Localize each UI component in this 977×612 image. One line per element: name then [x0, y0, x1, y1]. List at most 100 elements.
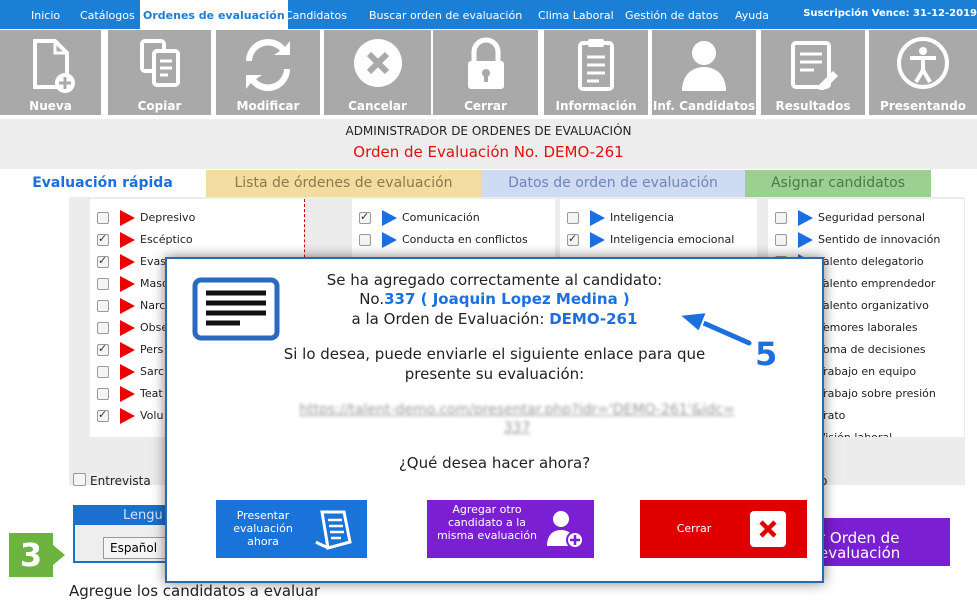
factor-checkbox[interactable] [97, 366, 109, 378]
nav-catalogos[interactable]: Catálogos [80, 0, 135, 29]
resultados-button[interactable]: Resultados [761, 30, 865, 115]
order-id: DEMO-261 [549, 310, 638, 328]
factor-checkbox[interactable] [97, 278, 109, 290]
toolbar: Nueva Copiar Modificar Cancelar Cerrar I… [0, 29, 977, 115]
factor-checkbox[interactable] [775, 212, 787, 224]
factor-checkbox[interactable] [359, 234, 371, 246]
factor-label: Escéptico [140, 233, 193, 246]
nav-ayuda[interactable]: Ayuda [735, 0, 769, 29]
factor-row: Depresivo [90, 207, 304, 229]
play-triangle-icon[interactable] [798, 210, 813, 226]
nav-candidatos[interactable]: Candidatos [285, 0, 347, 29]
factor-row: Escéptico [90, 229, 304, 251]
play-triangle-icon[interactable] [120, 232, 135, 248]
play-triangle-icon[interactable] [590, 232, 605, 248]
admin-title: ADMINISTRADOR DE ORDENES DE EVALUACIÓN [345, 124, 632, 138]
informacion-button[interactable]: Información [544, 30, 648, 115]
link-instruction-2: presente su evaluación: [404, 365, 585, 383]
play-triangle-icon[interactable] [120, 320, 135, 336]
tab-evaluacion-rapida[interactable]: Evaluación rápida [0, 170, 205, 197]
factor-checkbox[interactable] [97, 342, 109, 356]
tab-datos-orden[interactable]: Datos de orden de evaluación [481, 170, 745, 197]
factor-checkbox[interactable] [97, 388, 109, 400]
factor-label: Talento organizativo [818, 299, 929, 312]
document-list-icon [315, 510, 352, 550]
nav-inicio[interactable]: Inicio [31, 0, 60, 29]
inf-candidatos-button[interactable]: Inf. Candidatos [652, 30, 756, 115]
cerrar-dialog-button[interactable]: Cerrar [640, 500, 807, 558]
agregar-otro-candidato-button[interactable]: Agregar otro candidato a la misma evalua… [427, 500, 594, 558]
factor-checkbox[interactable] [97, 212, 109, 224]
play-triangle-icon[interactable] [120, 254, 135, 270]
play-triangle-icon[interactable] [120, 408, 135, 424]
new-document-icon [32, 39, 75, 93]
modificar-button[interactable]: Modificar [216, 30, 320, 115]
idioma-select[interactable]: Español [103, 537, 167, 559]
close-icon [750, 511, 786, 547]
presentar-evaluacion-button[interactable]: Presentar evaluación ahora [216, 500, 367, 558]
factor-checkbox[interactable] [775, 234, 787, 246]
user-icon [682, 41, 726, 91]
nav-gestion-de-datos[interactable]: Gestión de datos [625, 0, 718, 29]
factor-checkbox[interactable] [97, 232, 109, 246]
factor-label: Pers [140, 343, 164, 356]
play-triangle-icon[interactable] [382, 210, 397, 226]
factor-label: Comunicación [402, 211, 480, 224]
play-triangle-icon[interactable] [120, 364, 135, 380]
factor-label: Inteligencia [610, 211, 674, 224]
subscription-status: Suscripción Vence: 31-12-2019 [803, 8, 977, 19]
tab-asignar-candidatos[interactable]: Asignar candidatos [745, 170, 931, 197]
factor-checkbox[interactable] [97, 322, 109, 334]
cerrar-button[interactable]: Cerrar [433, 30, 538, 115]
factor-label: Sarc [140, 365, 165, 378]
factor-checkbox[interactable] [567, 232, 579, 246]
play-triangle-icon[interactable] [120, 386, 135, 402]
accessibility-person-icon [897, 37, 949, 89]
presentando-button[interactable]: Presentando [869, 30, 977, 115]
nav-ordenes-de-evaluacion[interactable]: Ordenes de evaluación [140, 0, 288, 29]
factor-label: Sentido de innovación [818, 233, 941, 246]
factor-label: Trabajo en equipo [818, 365, 917, 378]
play-triangle-icon[interactable] [120, 298, 135, 314]
factor-checkbox[interactable] [359, 210, 371, 224]
evaluation-link[interactable]: https://talent-demo.com/presentar.php?id… [297, 401, 737, 437]
factor-label: Talento delegatorio [818, 255, 924, 268]
play-triangle-icon[interactable] [798, 232, 813, 248]
question-text: ¿Qué desea hacer ahora? [398, 454, 591, 472]
factor-checkbox[interactable] [97, 300, 109, 312]
play-triangle-icon[interactable] [120, 276, 135, 292]
clipboard-icon [578, 39, 614, 91]
factor-row: Seguridad personal [768, 207, 964, 229]
nav-buscar-orden[interactable]: Buscar orden de evaluación [369, 0, 522, 29]
entrevista-checkbox[interactable] [73, 473, 86, 486]
factor-row: Inteligencia [560, 207, 757, 229]
cancelar-button[interactable]: Cancelar [324, 30, 431, 115]
factor-label: Inteligencia emocional [610, 233, 735, 246]
idioma-panel: Lengu Español [73, 505, 168, 563]
play-triangle-icon[interactable] [590, 210, 605, 226]
cancel-circle-icon [353, 39, 402, 87]
factor-checkbox[interactable] [567, 212, 579, 224]
step-3-badge: 3 [9, 533, 53, 577]
copiar-button[interactable]: Copiar [108, 30, 211, 115]
factor-label: Conducta en conflictos [402, 233, 528, 246]
order-header: ADMINISTRADOR DE ORDENES DE EVALUACIÓN O… [0, 119, 977, 169]
generar-orden-button[interactable]: r Orden de evaluación [805, 518, 950, 566]
order-title: Orden de Evaluación No. DEMO-261 [353, 143, 624, 161]
success-dialog: Se ha agregado correctamente al candidat… [165, 257, 824, 583]
candidate-line: No.337 ( Joaquin Lopez Medina ) [359, 290, 630, 308]
nav-clima-laboral[interactable]: Clima Laboral [538, 0, 614, 29]
copy-icon [139, 39, 180, 87]
factor-label: Trabajo sobre presión [818, 387, 936, 400]
play-triangle-icon[interactable] [382, 232, 397, 248]
candidate-name: 337 ( Joaquin Lopez Medina ) [384, 290, 630, 308]
factor-checkbox[interactable] [97, 254, 109, 268]
top-navigation-bar: Inicio Catálogos Ordenes de evaluación C… [0, 0, 977, 29]
play-triangle-icon[interactable] [120, 210, 135, 226]
nueva-button[interactable]: Nueva [0, 30, 101, 115]
factor-checkbox[interactable] [97, 408, 109, 422]
link-instruction-1: Si lo desea, puede enviarle el siguiente… [283, 345, 706, 363]
add-user-icon [547, 511, 584, 549]
play-triangle-icon[interactable] [120, 342, 135, 358]
tab-lista-ordenes[interactable]: Lista de órdenes de evaluación [206, 170, 481, 197]
